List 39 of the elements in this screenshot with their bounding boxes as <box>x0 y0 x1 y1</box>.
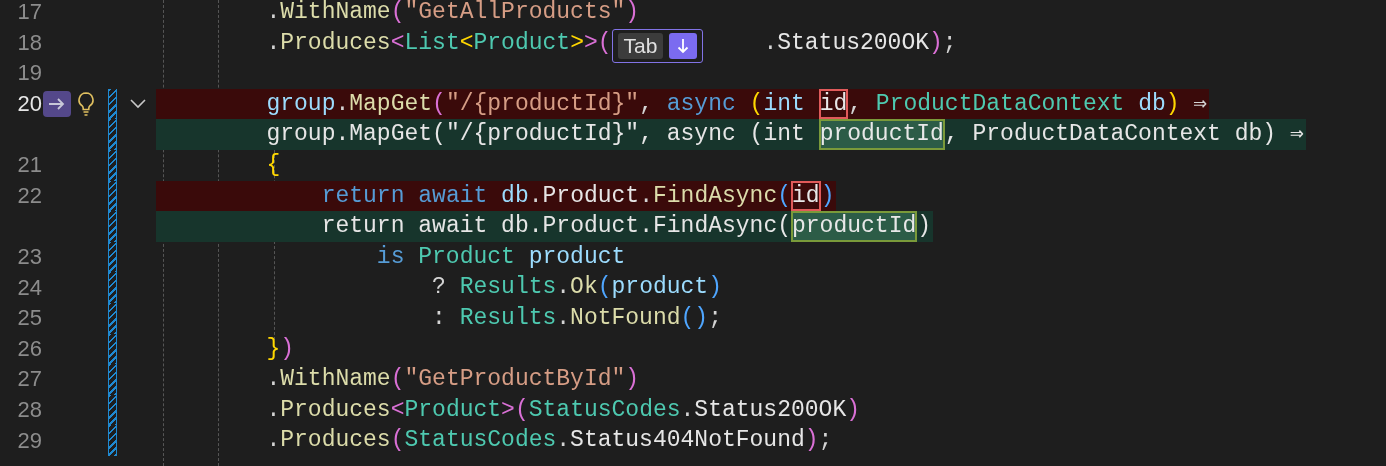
line-number: 27 <box>17 368 42 391</box>
line-number: 26 <box>17 337 42 360</box>
code-text: group.MapGet("/{productId}", async (int <box>265 89 806 119</box>
line-number: 25 <box>17 307 42 330</box>
code-text: group.MapGet("/{productId}", async (int <box>265 120 806 150</box>
code-text: return await db.Product.FindAsync( <box>320 181 791 211</box>
code-text: ) <box>917 212 932 242</box>
code-text: .WithName("GetAllProducts") <box>265 0 640 27</box>
tab-key[interactable]: Tab <box>617 32 664 59</box>
code-text: ? Results.Ok(product) <box>431 273 722 303</box>
line-number: 29 <box>17 429 42 452</box>
line-number: 23 <box>17 246 42 269</box>
line-number: 28 <box>17 399 42 421</box>
line-number: 17 <box>17 1 42 24</box>
code-text: .WithName("GetProductById") <box>265 365 640 395</box>
line-number: 21 <box>17 154 42 177</box>
code-text: }) <box>265 334 295 364</box>
code-text: return await db.Product.FindAsync( <box>320 212 791 242</box>
line-number: 20 <box>17 93 42 116</box>
code-text: : Results.NotFound(); <box>431 303 722 333</box>
code-text: , ProductDataContext db) ⇒ <box>944 120 1304 150</box>
code-text: .Status200OK); <box>763 28 957 58</box>
line-number: 18 <box>17 31 42 54</box>
code-text: { <box>265 150 281 180</box>
code-text: .Produces<List<Product>>( <box>265 28 612 58</box>
code-text: .Produces<Product>(StatusCodes.Status200OK) <box>265 395 860 425</box>
changed-identifier: id <box>818 88 849 120</box>
line-number: 24 <box>17 276 42 299</box>
code-text: .Produces(StatusCodes.Status404NotFound); <box>265 426 833 456</box>
collapse-chevron-icon[interactable] <box>129 98 147 111</box>
code-text: is Product product <box>375 242 626 272</box>
line-number: 22 <box>17 184 42 207</box>
lightbulb-icon[interactable] <box>77 91 95 118</box>
code-text: , ProductDataContext db) ⇒ <box>848 89 1208 119</box>
changed-identifier: productId <box>818 119 945 150</box>
changed-identifier: productId <box>791 211 918 242</box>
code-text: ) <box>820 181 835 211</box>
line-number: 19 <box>17 62 42 85</box>
changed-identifier: id <box>791 180 821 212</box>
